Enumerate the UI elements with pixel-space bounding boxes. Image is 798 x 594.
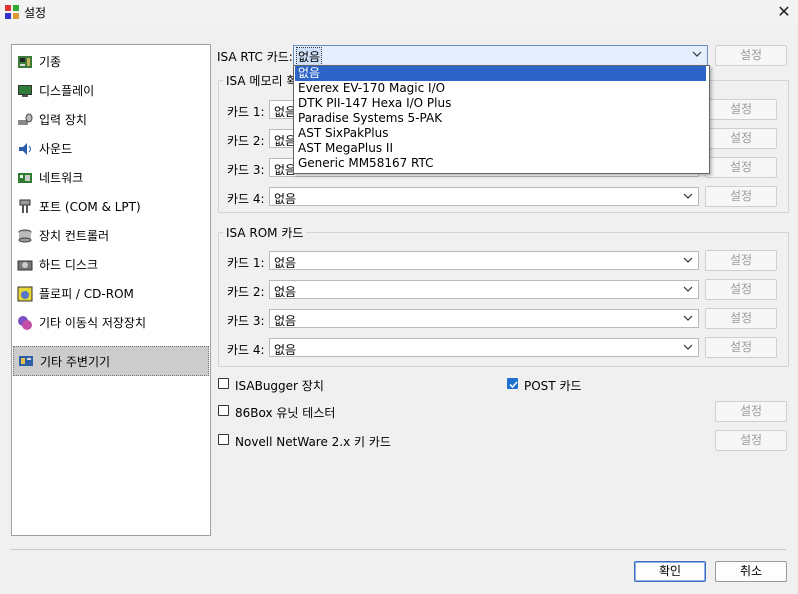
dropdown-option[interactable]: AST MegaPlus II — [295, 141, 706, 156]
chevron-down-icon — [683, 286, 693, 292]
sidebar-item-removable[interactable]: 기타 이동식 저장장치 — [13, 308, 209, 337]
netware-label: Novell NetWare 2.x 키 카드 — [235, 435, 391, 449]
rom-card-2-value: 없음 — [274, 285, 297, 299]
mem-card-1-label: 카드 1: — [227, 105, 265, 119]
netware-config-button[interactable]: 설정 — [715, 430, 787, 451]
rom-card-3-select[interactable]: 없음 — [269, 309, 699, 328]
mem-card-4-value: 없음 — [274, 192, 297, 206]
title-bar: 설정 ✕ — [0, 0, 798, 24]
post-card-checkbox[interactable] — [507, 378, 518, 389]
rom-card-2-select[interactable]: 없음 — [269, 280, 699, 299]
rom-card-3-config-button[interactable]: 설정 — [705, 308, 777, 329]
rom-card-3-label: 카드 3: — [227, 314, 265, 328]
dropdown-option[interactable]: Everex EV-170 Magic I/O — [295, 81, 706, 96]
rom-card-1-config-button[interactable]: 설정 — [705, 250, 777, 271]
rom-card-2-config-button[interactable]: 설정 — [705, 279, 777, 300]
dropdown-option[interactable]: AST SixPakPlus — [295, 126, 706, 141]
sidebar-item-network[interactable]: 네트워크 — [13, 163, 209, 192]
network-icon — [18, 172, 32, 183]
rom-card-1-select[interactable]: 없음 — [269, 251, 699, 270]
sidebar-item-input[interactable]: 입력 장치 — [13, 105, 209, 134]
sidebar-item-label: 장치 컨트롤러 — [39, 229, 110, 243]
sound-icon — [19, 142, 31, 155]
isabugger-checkbox[interactable] — [218, 378, 229, 389]
removable-icon — [18, 315, 32, 330]
dropdown-option[interactable]: Generic MM58167 RTC — [295, 156, 706, 171]
rom-card-4-label: 카드 4: — [227, 343, 265, 357]
isa-rtc-value: 없음 — [295, 47, 323, 66]
chevron-down-icon — [683, 257, 693, 263]
mem-card-2-config-button[interactable]: 설정 — [705, 128, 777, 149]
checkmark-icon — [509, 381, 518, 389]
sidebar-item-label: 포트 (COM & LPT) — [39, 200, 141, 214]
close-icon[interactable]: ✕ — [770, 0, 798, 24]
chevron-down-icon — [683, 315, 693, 321]
rom-card-4-config-button[interactable]: 설정 — [705, 337, 777, 358]
cancel-button[interactable]: 취소 — [715, 561, 787, 582]
mem-card-3-config-button[interactable]: 설정 — [705, 157, 777, 178]
input-icon — [18, 113, 33, 125]
sidebar-item-sound[interactable]: 사운드 — [13, 134, 209, 163]
mem-card-3-label: 카드 3: — [227, 163, 265, 177]
rom-card-1-label: 카드 1: — [227, 256, 265, 270]
chevron-down-icon — [683, 344, 693, 350]
harddisk-icon — [17, 260, 33, 270]
sidebar-item-label: 사운드 — [39, 142, 73, 156]
dropdown-option[interactable]: 없음 — [295, 66, 706, 81]
unit-tester-checkbox[interactable] — [218, 405, 229, 416]
isa-rtc-dropdown-list: 없음 Everex EV-170 Magic I/O DTK PII-147 H… — [293, 65, 710, 174]
category-list: 기종 디스플레이 입력 장치 사운드 네트워크 포트 (COM & LPT) 장… — [11, 44, 211, 536]
dropdown-option[interactable]: DTK PII-147 Hexa I/O Plus — [295, 96, 706, 111]
sidebar-item-display[interactable]: 디스플레이 — [13, 76, 209, 105]
sidebar-item-other-peripherals[interactable]: 기타 주변기기 — [13, 346, 209, 376]
sidebar-item-label: 네트워크 — [39, 171, 84, 185]
mem-card-1-config-button[interactable]: 설정 — [705, 99, 777, 120]
mem-card-2-label: 카드 2: — [227, 134, 265, 148]
sidebar-item-label: 디스플레이 — [39, 84, 95, 98]
rom-card-4-value: 없음 — [274, 343, 297, 357]
app-icon — [5, 5, 19, 19]
motherboard-icon — [18, 55, 32, 68]
sidebar-item-machine[interactable]: 기종 — [13, 47, 209, 76]
port-icon — [19, 199, 31, 213]
sidebar-item-harddisk[interactable]: 하드 디스크 — [13, 250, 209, 279]
sidebar-item-label: 기종 — [39, 55, 62, 69]
mem-card-4-select[interactable]: 없음 — [269, 187, 699, 206]
floppy-icon — [17, 286, 33, 301]
sidebar-item-label: 플로피 / CD-ROM — [39, 287, 134, 301]
sidebar-item-label: 기타 이동식 저장장치 — [39, 316, 146, 330]
isa-rom-group-title: ISA ROM 카드 — [223, 224, 307, 241]
isa-rtc-label: ISA RTC 카드: — [217, 50, 293, 64]
peripheral-icon — [19, 356, 33, 366]
display-icon — [18, 84, 32, 97]
chevron-down-icon — [692, 51, 702, 57]
isa-rtc-select[interactable]: 없음 — [293, 45, 708, 66]
mem-card-4-config-button[interactable]: 설정 — [705, 186, 777, 207]
sidebar-item-label: 하드 디스크 — [39, 258, 99, 272]
rom-card-4-select[interactable]: 없음 — [269, 338, 699, 357]
chevron-down-icon — [683, 193, 693, 199]
isabugger-label: ISABugger 장치 — [235, 379, 324, 393]
footer-divider — [11, 549, 786, 550]
isa-rtc-config-button[interactable]: 설정 — [715, 45, 787, 66]
sidebar-item-ports[interactable]: 포트 (COM & LPT) — [13, 192, 209, 221]
sidebar-item-floppy[interactable]: 플로피 / CD-ROM — [13, 279, 209, 308]
mem-card-4-label: 카드 4: — [227, 192, 265, 206]
post-card-label: POST 카드 — [524, 379, 582, 393]
unit-tester-label: 86Box 유닛 테스터 — [235, 406, 336, 420]
sidebar-item-label: 기타 주변기기 — [40, 354, 111, 369]
rom-card-2-label: 카드 2: — [227, 285, 265, 299]
controller-icon — [18, 229, 32, 242]
sidebar-item-controllers[interactable]: 장치 컨트롤러 — [13, 221, 209, 250]
rom-card-3-value: 없음 — [274, 314, 297, 328]
ok-button[interactable]: 확인 — [634, 561, 706, 582]
netware-checkbox[interactable] — [218, 434, 229, 445]
rom-card-1-value: 없음 — [274, 256, 297, 270]
dropdown-option[interactable]: Paradise Systems 5-PAK — [295, 111, 706, 126]
window-title: 설정 — [24, 6, 47, 20]
sidebar-item-label: 입력 장치 — [39, 113, 87, 127]
unit-tester-config-button[interactable]: 설정 — [715, 401, 787, 422]
